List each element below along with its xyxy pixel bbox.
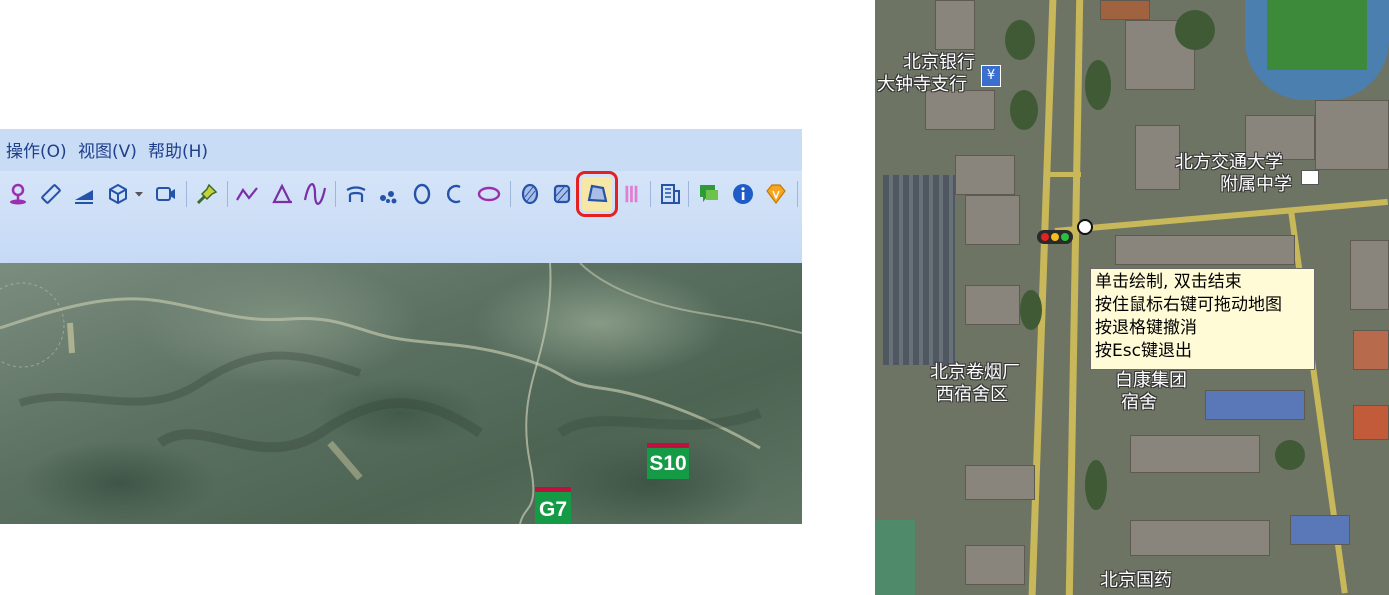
traffic-light-icon bbox=[1037, 230, 1073, 244]
3d-object-dropdown[interactable] bbox=[131, 177, 147, 211]
filled-circle-tool-button[interactable] bbox=[515, 177, 545, 211]
video-camera-icon bbox=[156, 187, 175, 201]
toolbar-separator bbox=[186, 181, 187, 207]
pushpin-tool-button[interactable] bbox=[192, 177, 222, 211]
arc-lines-tool-button[interactable] bbox=[341, 177, 371, 211]
road-vertical bbox=[1065, 0, 1084, 595]
curve-icon bbox=[303, 183, 327, 205]
poi-label-dormitory-west[interactable]: 北京卷烟厂 西宿舍区 bbox=[930, 362, 1020, 406]
diamond-tool-button[interactable] bbox=[761, 177, 791, 211]
points-tool-button[interactable] bbox=[373, 177, 403, 211]
3d-object-tool-button[interactable] bbox=[103, 177, 133, 211]
filled-rectangle-tool-button[interactable] bbox=[547, 177, 577, 211]
triangle-tool-button[interactable] bbox=[267, 177, 297, 211]
building-icon bbox=[661, 184, 680, 204]
menu-bar: 操作(O) 视图(V) 帮助(H) bbox=[0, 129, 802, 171]
curve-tool-button[interactable] bbox=[300, 177, 330, 211]
arc-lines-icon bbox=[346, 186, 366, 202]
polygon-tool-button[interactable] bbox=[576, 171, 618, 217]
vertical-bars-tool-button[interactable] bbox=[620, 177, 642, 211]
points-icon bbox=[380, 191, 397, 204]
satellite-map-view[interactable]: S10 G7 bbox=[0, 263, 802, 524]
drawing-toolbar bbox=[0, 171, 802, 263]
stadium bbox=[1245, 0, 1389, 100]
drawing-hint-tooltip: 单击绘制, 双击结束 按住鼠标右键可拖动地图 按退格键撤消 按Esc键退出 bbox=[1090, 268, 1315, 370]
cube-icon bbox=[109, 183, 127, 205]
poi-label-school[interactable]: 北方交通大学 附属中学 bbox=[1175, 152, 1292, 196]
book-icon bbox=[1301, 170, 1319, 185]
hatched-rectangle-icon bbox=[553, 184, 571, 204]
highway-shield-s10[interactable]: S10 bbox=[647, 443, 689, 479]
tooltip-line: 按退格键撤消 bbox=[1095, 318, 1197, 338]
circle-icon bbox=[413, 183, 431, 205]
road-horizontal bbox=[1045, 172, 1081, 177]
toolbar-separator bbox=[510, 181, 511, 207]
poi-label-bank[interactable]: 北京银行 大钟寺支行 bbox=[877, 52, 975, 96]
menu-view[interactable]: 视图(V) bbox=[78, 137, 137, 162]
triangle-icon bbox=[272, 183, 292, 204]
pushpin-icon bbox=[196, 183, 218, 205]
toolbar-separator bbox=[688, 181, 689, 207]
ellipse-icon bbox=[477, 186, 501, 202]
comment-icon bbox=[700, 185, 718, 202]
toolbar-separator bbox=[797, 181, 798, 207]
menu-operation[interactable]: 操作(O) bbox=[6, 137, 67, 162]
video-tool-button[interactable] bbox=[151, 177, 181, 211]
vertical-bars-icon bbox=[625, 185, 638, 203]
menu-help[interactable]: 帮助(H) bbox=[148, 137, 208, 162]
info-tool-button[interactable] bbox=[728, 177, 758, 211]
bank-icon: ¥ bbox=[981, 65, 1001, 87]
ellipse-tool-button[interactable] bbox=[474, 177, 504, 211]
ruler-icon bbox=[41, 184, 61, 204]
tooltip-line: 单击绘制, 双击结束 bbox=[1095, 272, 1242, 292]
poi-label-dormitory-group[interactable]: 白康集团 宿舍 bbox=[1115, 370, 1187, 414]
ruler-tool-button[interactable] bbox=[36, 177, 66, 211]
toolbar-separator bbox=[650, 181, 651, 207]
rail-yard bbox=[883, 175, 955, 365]
polyline-tool-button[interactable] bbox=[232, 177, 262, 211]
toolbar-separator bbox=[227, 181, 228, 207]
open-arc-icon bbox=[447, 184, 461, 204]
placemark-tool-button[interactable] bbox=[3, 177, 33, 211]
polyline-icon bbox=[236, 187, 258, 201]
polygon-icon bbox=[587, 184, 608, 203]
measure-area-tool-button[interactable] bbox=[69, 177, 99, 211]
tooltip-line: 按Esc键退出 bbox=[1095, 341, 1192, 361]
road-horizontal bbox=[1054, 198, 1388, 234]
circle-tool-button[interactable] bbox=[407, 177, 437, 211]
diamond-icon bbox=[766, 184, 786, 204]
placemark-icon bbox=[10, 183, 26, 205]
comment-tool-button[interactable] bbox=[694, 177, 724, 211]
toolbar-separator bbox=[335, 181, 336, 207]
hatched-circle-icon bbox=[521, 183, 539, 205]
sports-court bbox=[875, 520, 915, 595]
building-tool-button[interactable] bbox=[655, 177, 685, 211]
map-app-window: 操作(O) 视图(V) 帮助(H) S10 G7 bbox=[0, 129, 802, 524]
measure-area-icon bbox=[75, 190, 93, 204]
highway-shield-g7[interactable]: G7 bbox=[535, 487, 571, 524]
arc-tool-button[interactable] bbox=[440, 177, 470, 211]
info-icon bbox=[733, 184, 753, 204]
terrain-roads bbox=[0, 263, 802, 524]
tooltip-line: 按住鼠标右键可拖动地图 bbox=[1095, 295, 1282, 315]
poi-label-pharma[interactable]: 北京国药 bbox=[1100, 570, 1172, 592]
drawing-vertex-marker[interactable] bbox=[1077, 219, 1093, 235]
dropdown-arrow-icon bbox=[135, 192, 143, 197]
